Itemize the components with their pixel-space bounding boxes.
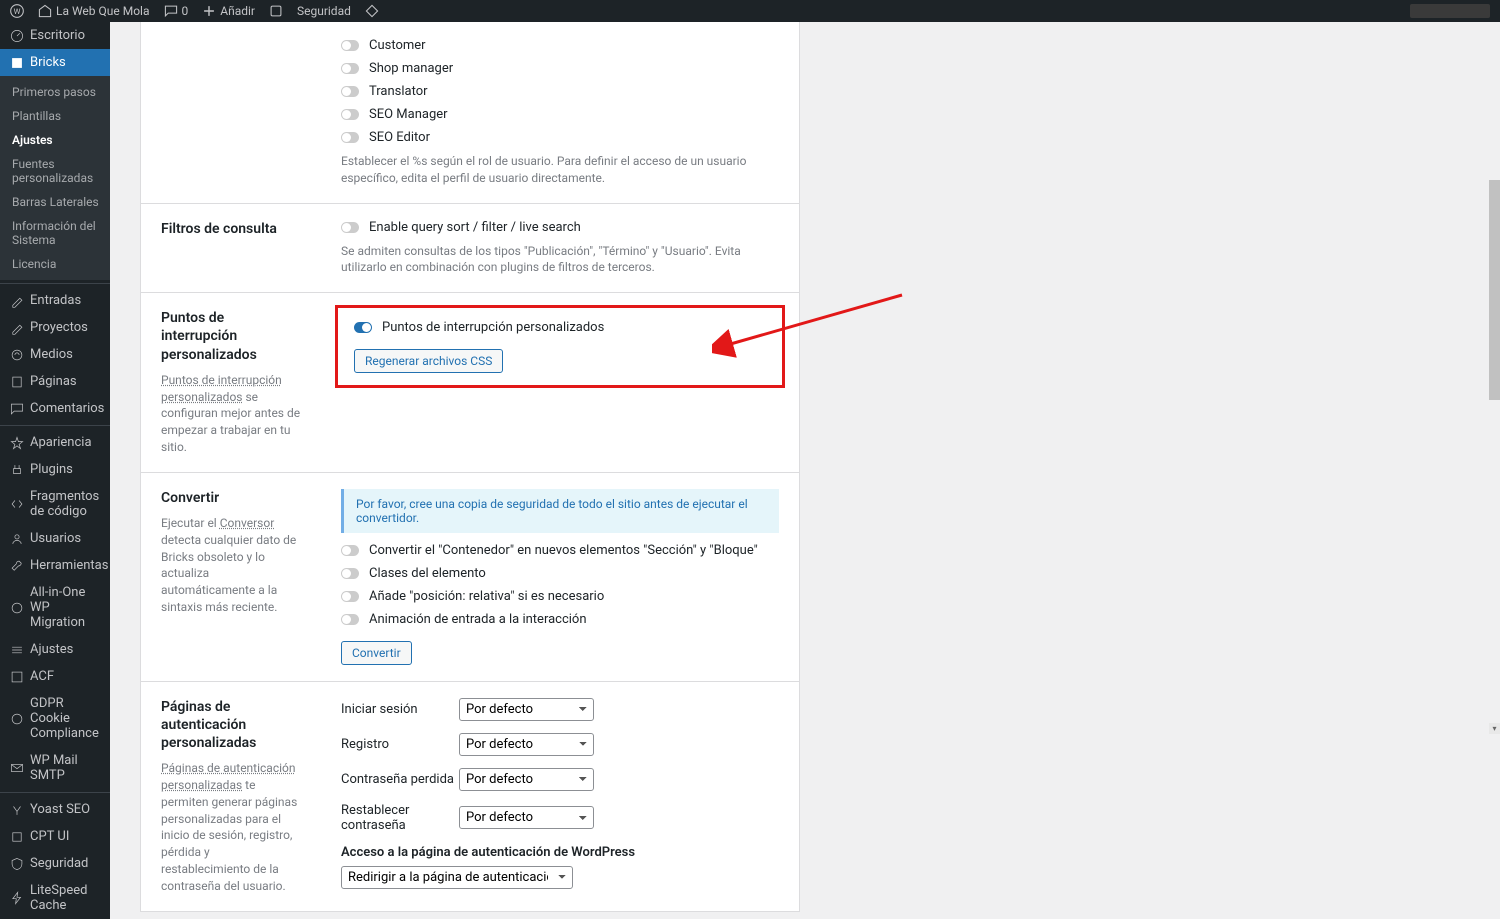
scroll-down-icon[interactable]: ▾ [1489, 723, 1500, 734]
sub-plantillas[interactable]: Plantillas [0, 104, 110, 128]
auth-desc: Páginas de autenticación personalizadas … [161, 760, 301, 894]
label-registro: Registro [341, 737, 459, 752]
menu-entradas[interactable]: Entradas [0, 287, 110, 314]
toggle-enable-query[interactable] [341, 222, 359, 233]
roles-help: Establecer el %s según el rol de usuario… [341, 153, 779, 187]
menu-litespeed[interactable]: LiteSpeed Cache [0, 877, 110, 919]
toggle-element-classes[interactable] [341, 568, 359, 579]
menu-proyectos[interactable]: Proyectos [0, 314, 110, 341]
menu-acf[interactable]: ACF [0, 663, 110, 690]
auth-link[interactable]: Páginas de autenticación personalizadas [161, 761, 296, 792]
select-redirect[interactable]: Redirigir a la página de autenticación p… [341, 866, 573, 889]
breakpoints-link[interactable]: Puntos de interrupción personalizados [161, 373, 282, 404]
auth-acceso-heading: Acceso a la página de autenticación de W… [341, 845, 779, 860]
sub-primeros[interactable]: Primeros pasos [0, 80, 110, 104]
menu-wpmail[interactable]: WP Mail SMTP [0, 747, 110, 789]
toggle-translator[interactable] [341, 86, 359, 97]
admin-sidebar: Escritorio Bricks Primeros pasos Plantil… [0, 22, 110, 919]
highlight-box: Puntos de interrupción personalizados Re… [335, 305, 785, 388]
backup-notice: Por favor, cree una copia de seguridad d… [341, 489, 779, 533]
label-entry-animation: Animación de entrada a la interacción [369, 612, 587, 627]
wp-logo[interactable]: W [10, 4, 24, 18]
label-breakpoints: Puntos de interrupción personalizados [382, 320, 604, 335]
menu-plugins[interactable]: Plugins [0, 456, 110, 483]
label-lost: Contraseña perdida [341, 772, 459, 787]
toggle-position-relative[interactable] [341, 591, 359, 602]
select-reset[interactable]: Por defecto [459, 806, 594, 829]
menu-comentarios[interactable]: Comentarios [0, 395, 110, 422]
section-auth: Páginas de autenticación personalizadas … [141, 681, 799, 911]
toggle-seomanager[interactable] [341, 109, 359, 120]
toggle-customer[interactable] [341, 40, 359, 51]
submenu-bricks: Primeros pasos Plantillas Ajustes Fuente… [0, 76, 110, 280]
filtros-help: Se admiten consultas de los tipos "Publi… [341, 243, 779, 277]
label-translator: Translator [369, 84, 428, 99]
toggle-seoeditor[interactable] [341, 132, 359, 143]
user-profile[interactable] [1410, 4, 1490, 18]
svg-text:W: W [14, 7, 21, 16]
label-position-relative: Añade "posición: relativa" si es necesar… [369, 589, 604, 604]
menu-dashboard[interactable]: Escritorio [0, 22, 110, 49]
breakpoints-title: Puntos de interrupción personalizados [161, 309, 301, 364]
select-login[interactable]: Por defecto [459, 698, 594, 721]
label-element-classes: Clases del elemento [369, 566, 486, 581]
sub-licencia[interactable]: Licencia [0, 252, 110, 276]
menu-cptui[interactable]: CPT UI [0, 823, 110, 850]
scrollbar[interactable]: ▴ ▾ [1489, 0, 1500, 734]
sub-info[interactable]: Información del Sistema [0, 214, 110, 252]
label-reset: Restablecer contraseña [341, 803, 459, 833]
label-convert-container: Convertir el "Contenedor" en nuevos elem… [369, 543, 758, 558]
conversor-link[interactable]: Conversor [220, 516, 275, 530]
section-roles: Customer Shop manager Translator SEO Man… [141, 22, 799, 203]
select-lost[interactable]: Por defecto [459, 768, 594, 791]
section-convertir: Convertir Ejecutar el Conversor detecta … [141, 472, 799, 681]
regenerate-css-button[interactable]: Regenerar archivos CSS [354, 349, 503, 373]
toggle-breakpoints[interactable] [354, 322, 372, 333]
menu-ajustes[interactable]: Ajustes [0, 636, 110, 663]
menu-medios[interactable]: Medios [0, 341, 110, 368]
scrollbar-thumb[interactable] [1489, 180, 1500, 400]
sub-fuentes[interactable]: Fuentes personalizadas [0, 152, 110, 190]
theme-icon[interactable] [269, 4, 283, 18]
convertir-title: Convertir [161, 489, 301, 507]
menu-yoast[interactable]: Yoast SEO [0, 796, 110, 823]
menu-gdpr[interactable]: GDPR Cookie Compliance [0, 690, 110, 747]
menu-paginas[interactable]: Páginas [0, 368, 110, 395]
label-customer: Customer [369, 38, 426, 53]
security-link[interactable]: Seguridad [297, 4, 351, 18]
diamond-icon[interactable] [365, 4, 379, 18]
label-enable-query: Enable query sort / filter / live search [369, 220, 581, 235]
sub-ajustes[interactable]: Ajustes [0, 128, 110, 152]
settings-panel: Customer Shop manager Translator SEO Man… [140, 22, 800, 912]
menu-apariencia[interactable]: Apariencia [0, 429, 110, 456]
menu-seguridad[interactable]: Seguridad [0, 850, 110, 877]
toggle-convert-container[interactable] [341, 545, 359, 556]
convertir-button[interactable]: Convertir [341, 641, 412, 665]
main-content: Customer Shop manager Translator SEO Man… [110, 22, 1500, 919]
auth-title: Páginas de autenticación personalizadas [161, 698, 301, 753]
select-registro[interactable]: Por defecto [459, 733, 594, 756]
toggle-shopmanager[interactable] [341, 63, 359, 74]
admin-bar: W La Web Que Mola 0 Añadir Seguridad [0, 0, 1500, 22]
menu-allinone[interactable]: All-in-One WP Migration [0, 579, 110, 636]
toggle-entry-animation[interactable] [341, 614, 359, 625]
menu-bricks[interactable]: Bricks [0, 49, 110, 76]
section-filtros: Filtros de consulta Enable query sort / … [141, 203, 799, 293]
sub-barras[interactable]: Barras Laterales [0, 190, 110, 214]
comments-count[interactable]: 0 [164, 4, 189, 18]
label-login: Iniciar sesión [341, 702, 459, 717]
filtros-title: Filtros de consulta [161, 220, 301, 238]
section-breakpoints: Puntos de interrupción personalizados Pu… [141, 292, 799, 472]
add-new[interactable]: Añadir [202, 4, 255, 18]
site-name[interactable]: La Web Que Mola [38, 4, 150, 18]
convertir-desc: Ejecutar el Conversor detecta cualquier … [161, 515, 301, 616]
label-seomanager: SEO Manager [369, 107, 448, 122]
menu-herramientas[interactable]: Herramientas [0, 552, 110, 579]
label-shopmanager: Shop manager [369, 61, 453, 76]
menu-usuarios[interactable]: Usuarios [0, 525, 110, 552]
menu-fragmentos[interactable]: Fragmentos de código [0, 483, 110, 525]
label-seoeditor: SEO Editor [369, 130, 430, 145]
breakpoints-desc: Puntos de interrupción personalizados se… [161, 372, 301, 456]
